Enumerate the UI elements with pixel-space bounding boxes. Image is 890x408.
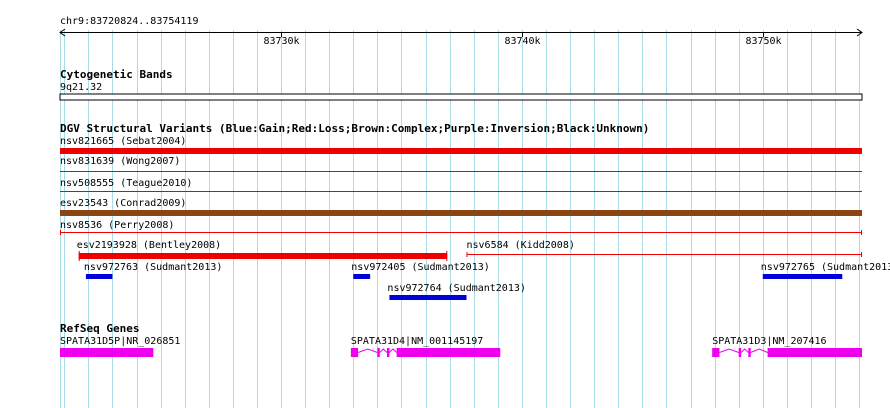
ruler-tick-label: 83730k bbox=[263, 36, 299, 47]
dgv-feature-label[interactable]: esv2193928 (Bentley2008) bbox=[77, 240, 222, 251]
region-label: chr9:83720824..83754119 bbox=[60, 16, 198, 27]
dgv-feature-bar[interactable] bbox=[60, 232, 862, 233]
dgv-feature-label[interactable]: esv23543 (Conrad2009) bbox=[60, 198, 186, 209]
gene-exon[interactable] bbox=[748, 348, 751, 357]
dgv-track-title: DGV Structural Variants (Blue:Gain;Red:L… bbox=[60, 122, 649, 135]
gene-intron bbox=[719, 348, 739, 353]
gene-intron bbox=[357, 348, 378, 353]
gene-exon[interactable] bbox=[712, 348, 720, 357]
gene-exon[interactable] bbox=[350, 348, 359, 357]
cytoband-label[interactable]: 9q21.32 bbox=[60, 82, 102, 93]
dgv-feature-label[interactable]: nsv972763 (Sudmant2013) bbox=[84, 262, 222, 273]
dgv-feature-label[interactable]: nsv8536 (Perry2008) bbox=[60, 220, 174, 231]
dgv-feature-bar[interactable] bbox=[78, 253, 448, 259]
gene-exon[interactable] bbox=[396, 348, 501, 357]
dgv-feature-bar[interactable] bbox=[466, 254, 862, 255]
dgv-feature-bar[interactable] bbox=[762, 274, 843, 279]
dgv-feature-label[interactable]: nsv6584 (Kidd2008) bbox=[467, 240, 575, 251]
ruler-tick-label: 83740k bbox=[504, 36, 540, 47]
dgv-feature-bar[interactable] bbox=[60, 210, 862, 216]
dgv-feature-label[interactable]: nsv831639 (Wong2007) bbox=[60, 156, 180, 167]
gene-label[interactable]: SPATA31D3|NM_207416 bbox=[712, 336, 826, 347]
dgv-feature-bar[interactable] bbox=[60, 148, 862, 154]
refseq-track-title: RefSeq Genes bbox=[60, 322, 139, 335]
gene-exon[interactable] bbox=[767, 348, 862, 357]
gene-exon[interactable] bbox=[377, 348, 380, 357]
dgv-feature-label[interactable]: nsv508555 (Teague2010) bbox=[60, 178, 192, 189]
dgv-feature-bar[interactable] bbox=[60, 191, 862, 192]
gene-intron bbox=[740, 348, 749, 353]
dgv-feature-bar[interactable] bbox=[85, 274, 113, 279]
dgv-feature-label[interactable]: nsv972764 (Sudmant2013) bbox=[387, 283, 525, 294]
cytoband-track-title: Cytogenetic Bands bbox=[60, 68, 173, 81]
gene-intron bbox=[379, 348, 388, 353]
dgv-feature-label[interactable]: nsv821665 (Sebat2004) bbox=[60, 136, 186, 147]
dgv-feature-bar[interactable] bbox=[389, 295, 467, 300]
gene-label[interactable]: SPATA31D5P|NR_026851 bbox=[60, 336, 180, 347]
gene-label[interactable]: SPATA31D4|NM_001145197 bbox=[351, 336, 483, 347]
dgv-feature-label[interactable]: nsv972405 (Sudmant2013) bbox=[351, 262, 489, 273]
dgv-feature-bar[interactable] bbox=[60, 171, 862, 172]
dgv-feature-bar[interactable] bbox=[353, 274, 371, 279]
cytoband-bar[interactable] bbox=[59, 93, 863, 101]
genome-browser-view[interactable]: chr9:83720824..83754119 83730k 83740k 83750… bbox=[0, 0, 890, 408]
gene-exon[interactable] bbox=[387, 348, 390, 357]
dgv-feature-label[interactable]: nsv972765 (Sudmant2013) bbox=[761, 262, 890, 273]
gene-exon[interactable] bbox=[738, 348, 742, 357]
ruler-tick-label: 83750k bbox=[745, 36, 781, 47]
track-panel[interactable]: chr9:83720824..83754119 83730k 83740k 83750… bbox=[0, 0, 890, 408]
gene-exon[interactable] bbox=[60, 348, 154, 357]
gene-intron bbox=[389, 348, 397, 353]
gene-intron bbox=[750, 348, 768, 353]
